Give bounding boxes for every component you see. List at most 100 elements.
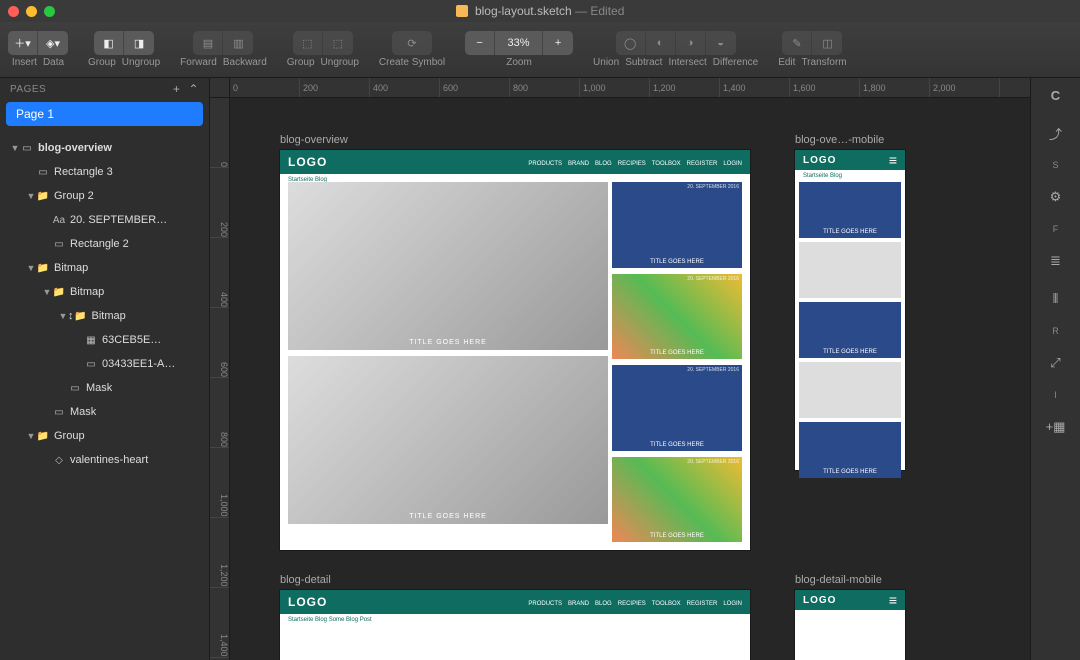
layer-row[interactable]: ▭Mask	[0, 376, 209, 400]
disclosure-icon[interactable]: ▼	[42, 287, 52, 297]
layer-row[interactable]: ▭Rectangle 2	[0, 232, 209, 256]
mock-tile: 20. SEPTEMBER 2016TITLE GOES HERE	[612, 182, 742, 268]
data-button[interactable]: ◈▾	[38, 31, 68, 55]
disclosure-icon[interactable]: ▼	[26, 263, 36, 273]
mock-nav-item: REGISTER	[687, 161, 718, 167]
mock-logo: LOGO	[803, 595, 879, 606]
zoom-in-button[interactable]: +	[543, 31, 573, 55]
mock-nav: PRODUCTSBRANDBLOGRECIPIESTOOLBOXREGISTER…	[522, 598, 742, 607]
layer-name: valentines-heart	[70, 454, 201, 466]
tool-group-ungroup: ◧ ◨ Group Ungroup	[88, 31, 160, 68]
layer-row[interactable]: ▼↕ 📁Bitmap	[0, 304, 209, 328]
group-button[interactable]: ◧	[94, 31, 124, 55]
mock-hero: TITLE GOES HERE	[288, 182, 608, 350]
layer-row[interactable]: ▭03433EE1-A…	[0, 352, 209, 376]
mock-nav-item: RECIPIES	[618, 601, 646, 607]
disclosure-icon[interactable]: ▼	[10, 143, 20, 153]
intersect-button[interactable]: ◑	[676, 31, 706, 55]
group-label: Group	[88, 57, 116, 68]
mock-breadcrumb: Startseite Blog	[795, 170, 905, 182]
layer-name: Mask	[70, 406, 201, 418]
artboard-overview[interactable]: LOGO PRODUCTSBRANDBLOGRECIPIESTOOLBOXREG…	[280, 150, 750, 550]
ruler-tick: 200	[300, 78, 370, 97]
image-icon[interactable]: +▦	[1042, 416, 1070, 438]
add-page-icon[interactable]: +	[173, 82, 181, 96]
disclosure-icon[interactable]: ▼	[58, 311, 68, 321]
left-sidebar: PAGES + ⌃ Page 1 ▼ ▭ blog-overview ▭Rect…	[0, 78, 210, 660]
mock-hero: TITLE GOES HERE	[288, 356, 608, 524]
pages-header: PAGES + ⌃	[0, 78, 209, 100]
layer-row[interactable]: ▼📁Group	[0, 424, 209, 448]
artboard-label-overview-mobile[interactable]: blog-ove…-mobile	[795, 134, 884, 146]
forward-label: Forward	[180, 57, 217, 68]
layer-name: 20. SEPTEMBER…	[70, 214, 201, 226]
horizontal-ruler[interactable]: 02004006008001,0001,2001,4001,6001,8002,…	[230, 78, 1030, 98]
tool-insert-data: ＋▾ ◈▾ Insert Data	[8, 31, 68, 68]
ungroup2-button[interactable]: ⬚	[323, 31, 353, 55]
inspector-c[interactable]: C	[1042, 84, 1070, 106]
flip-icon[interactable]: ⤢	[1042, 352, 1070, 374]
zoom-value[interactable]: 33%	[495, 31, 543, 55]
ruler-tick: 600	[440, 78, 510, 97]
right-inspector: C ⤴ S ⚙ F ≣ ⦀ R ⤢ I +▦	[1030, 78, 1080, 660]
artboard-label-detail[interactable]: blog-detail	[280, 574, 331, 586]
layer-row[interactable]: ◇valentines-heart	[0, 448, 209, 472]
mock-tile: TITLE GOES HERE	[799, 302, 901, 358]
layer-artboard[interactable]: ▼ ▭ blog-overview	[0, 136, 209, 160]
page-item[interactable]: Page 1	[6, 102, 203, 126]
create-symbol-button[interactable]: ⟳	[392, 31, 432, 55]
export-icon[interactable]: ⤴	[1042, 122, 1070, 144]
backward-label: Backward	[223, 57, 267, 68]
ruler-origin[interactable]	[210, 78, 230, 98]
align-icon[interactable]: ≣	[1042, 250, 1070, 272]
layer-row[interactable]: ▭Rectangle 3	[0, 160, 209, 184]
layer-row[interactable]: ▼📁Bitmap	[0, 256, 209, 280]
ruler-tick: 1,200	[210, 518, 229, 588]
edit-button[interactable]: ✎	[782, 31, 812, 55]
forward-button[interactable]: ▤	[193, 31, 223, 55]
layer-name: 63CEB5E…	[102, 334, 201, 346]
mock-nav-item: REGISTER	[687, 601, 718, 607]
artboard-detail[interactable]: LOGO PRODUCTSBRANDBLOGRECIPIESTOOLBOXREG…	[280, 590, 750, 660]
tool-zoom: − 33% + Zoom	[465, 31, 573, 68]
layer-row[interactable]: ▭Mask	[0, 400, 209, 424]
ungroup-button[interactable]: ◨	[124, 31, 154, 55]
vertical-ruler[interactable]: 02004006008001,0001,2001,400	[210, 98, 230, 660]
zoom-out-button[interactable]: −	[465, 31, 495, 55]
distribute-icon[interactable]: ⦀	[1042, 288, 1070, 310]
ungroup2-label: Ungroup	[321, 57, 359, 68]
group2-button[interactable]: ⬚	[293, 31, 323, 55]
layer-name: blog-overview	[38, 142, 201, 154]
transform-button[interactable]: ◫	[812, 31, 842, 55]
subtract-button[interactable]: ◐	[646, 31, 676, 55]
layer-row[interactable]: ▼📁Bitmap	[0, 280, 209, 304]
union-button[interactable]: ◯	[616, 31, 646, 55]
mock-tile: 20. SEPTEMBER 2016TITLE GOES HERE	[612, 457, 742, 543]
hamburger-icon: ≡	[889, 152, 897, 168]
disclosure-icon[interactable]: ▼	[26, 191, 36, 201]
layer-name: 03433EE1-A…	[102, 358, 201, 370]
insert-button[interactable]: ＋▾	[8, 31, 38, 55]
difference-button[interactable]: ◒	[706, 31, 736, 55]
transform-label: Transform	[801, 57, 846, 68]
settings-icon[interactable]: ⚙	[1042, 186, 1070, 208]
artboard-label-overview[interactable]: blog-overview	[280, 134, 348, 146]
insert-label: Insert	[12, 57, 37, 68]
layer-row[interactable]: ▼📁Group 2	[0, 184, 209, 208]
pages-list: Page 1	[0, 100, 209, 136]
mock-nav-item: BRAND	[568, 601, 589, 607]
disclosure-icon[interactable]: ▼	[26, 431, 36, 441]
layer-row[interactable]: Aa20. SEPTEMBER…	[0, 208, 209, 232]
group2-label: Group	[287, 57, 315, 68]
collapse-pages-icon[interactable]: ⌃	[188, 82, 199, 96]
canvas[interactable]: blog-overview LOGO PRODUCTSBRANDBLOGRECI…	[230, 98, 1030, 660]
image-icon: ▦	[84, 335, 98, 346]
artboard-overview-mobile[interactable]: LOGO ≡ Startseite Blog TITLE GOES HERE T…	[795, 150, 905, 470]
layer-name: Bitmap	[54, 262, 201, 274]
mock-tile	[799, 362, 901, 418]
folder-icon: 📁	[74, 311, 88, 322]
layer-row[interactable]: ▦ 63CEB5E…	[0, 328, 209, 352]
artboard-label-detail-mobile[interactable]: blog-detail-mobile	[795, 574, 882, 586]
backward-button[interactable]: ▥	[223, 31, 253, 55]
artboard-detail-mobile[interactable]: LOGO ≡	[795, 590, 905, 660]
